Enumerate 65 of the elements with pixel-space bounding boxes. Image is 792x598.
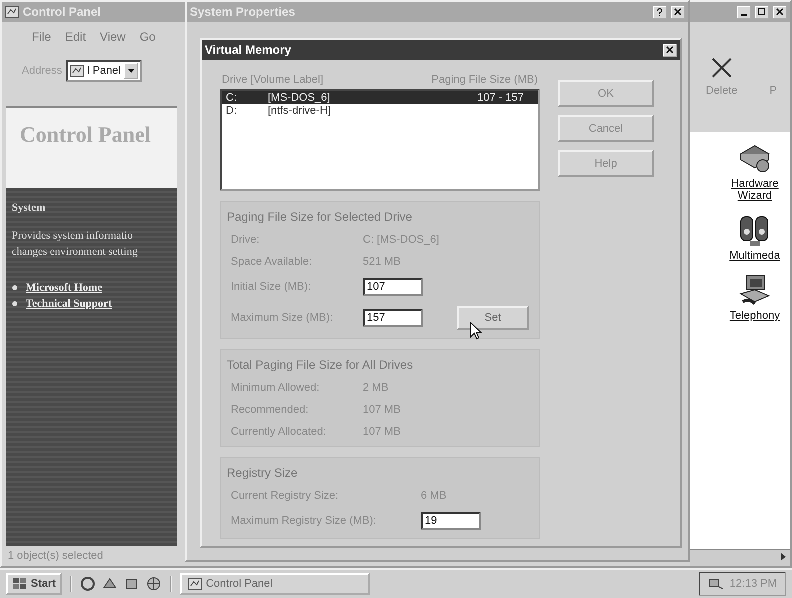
field-label: Maximum Size (MB): [231, 312, 334, 324]
address-label: Address [22, 65, 62, 77]
close-button[interactable] [663, 44, 677, 56]
drive-row[interactable]: C: [MS-DOS_6] 107 - 157 [222, 91, 538, 104]
scrollbar[interactable] [690, 549, 790, 566]
taskbar-button[interactable]: Control Panel [180, 573, 370, 595]
field-label: Recommended: [231, 404, 310, 416]
registry-size-field[interactable]: 19 [421, 512, 481, 530]
panel-heading: Control Panel [6, 106, 177, 188]
clock: 12:13 PM [730, 578, 777, 590]
icon-label[interactable]: Telephony [730, 310, 780, 322]
bullet-icon [12, 285, 18, 291]
initial-size-field[interactable]: 107 [363, 278, 423, 296]
field-label: Space Available: [231, 256, 314, 268]
window-icon [188, 578, 202, 590]
address-field[interactable]: l Panel [66, 60, 142, 82]
help-button[interactable] [653, 6, 667, 18]
window-title: Control Panel [23, 5, 102, 19]
set-button[interactable]: Set [457, 306, 529, 330]
field-value: 107 MB [363, 426, 401, 438]
field-value: 2 MB [363, 382, 389, 394]
link[interactable]: Technical Support [26, 298, 112, 310]
info-text: changes environment setting [12, 246, 139, 258]
icon-label[interactable]: Multimeda [730, 250, 780, 262]
dropdown-icon[interactable] [124, 63, 138, 79]
icon-label[interactable]: Hardware Wizard [730, 178, 780, 202]
close-icon [776, 8, 784, 16]
field-value: 107 MB [363, 404, 401, 416]
group-title: Registry Size [227, 466, 299, 480]
maximum-size-field[interactable]: 157 [363, 309, 423, 327]
field-label: Maximum Registry Size (MB): [231, 515, 378, 527]
dialog-title: Virtual Memory [205, 43, 292, 57]
drive-row[interactable]: D: [ntfs-drive-H] [222, 104, 538, 117]
help-icon [656, 8, 664, 16]
minimize-button[interactable] [737, 6, 751, 18]
field-label: Currently Allocated: [231, 426, 328, 438]
maximize-button[interactable] [755, 6, 769, 18]
status-text: 1 object(s) selected [7, 549, 104, 564]
field-label: Drive: [231, 234, 261, 246]
field-value: 521 MB [363, 256, 401, 268]
start-button[interactable]: Start [6, 573, 62, 595]
info-text: Provides system informatio [12, 230, 134, 242]
window-title: System Properties [190, 5, 296, 19]
windows-logo-icon [12, 577, 28, 591]
close-button[interactable] [773, 6, 787, 18]
field-label: Minimum Allowed: [231, 382, 321, 394]
group-title: Paging File Size for Selected Drive [227, 210, 414, 224]
field-label: Initial Size (MB): [231, 281, 312, 293]
maximize-icon [758, 8, 766, 16]
globe-icon[interactable] [146, 576, 162, 592]
group-title: Total Paging File Size for All Drives [227, 358, 414, 372]
link[interactable]: Microsoft Home [26, 282, 102, 294]
field-label: Current Registry Size: [231, 490, 340, 502]
bullet-icon [12, 301, 18, 307]
field-value: C: [MS-DOS_6] [363, 234, 440, 246]
mouse-pointer-icon [470, 322, 482, 340]
window-icon [5, 6, 19, 18]
column-header: Drive [Volume Label] [222, 74, 324, 86]
close-button[interactable] [671, 6, 685, 18]
field-value: 6 MB [421, 490, 447, 502]
info-title: System [12, 202, 47, 214]
close-icon [666, 46, 674, 54]
delete-icon [710, 57, 733, 79]
column-header: Paging File Size (MB) [432, 74, 538, 86]
close-icon [674, 8, 682, 16]
